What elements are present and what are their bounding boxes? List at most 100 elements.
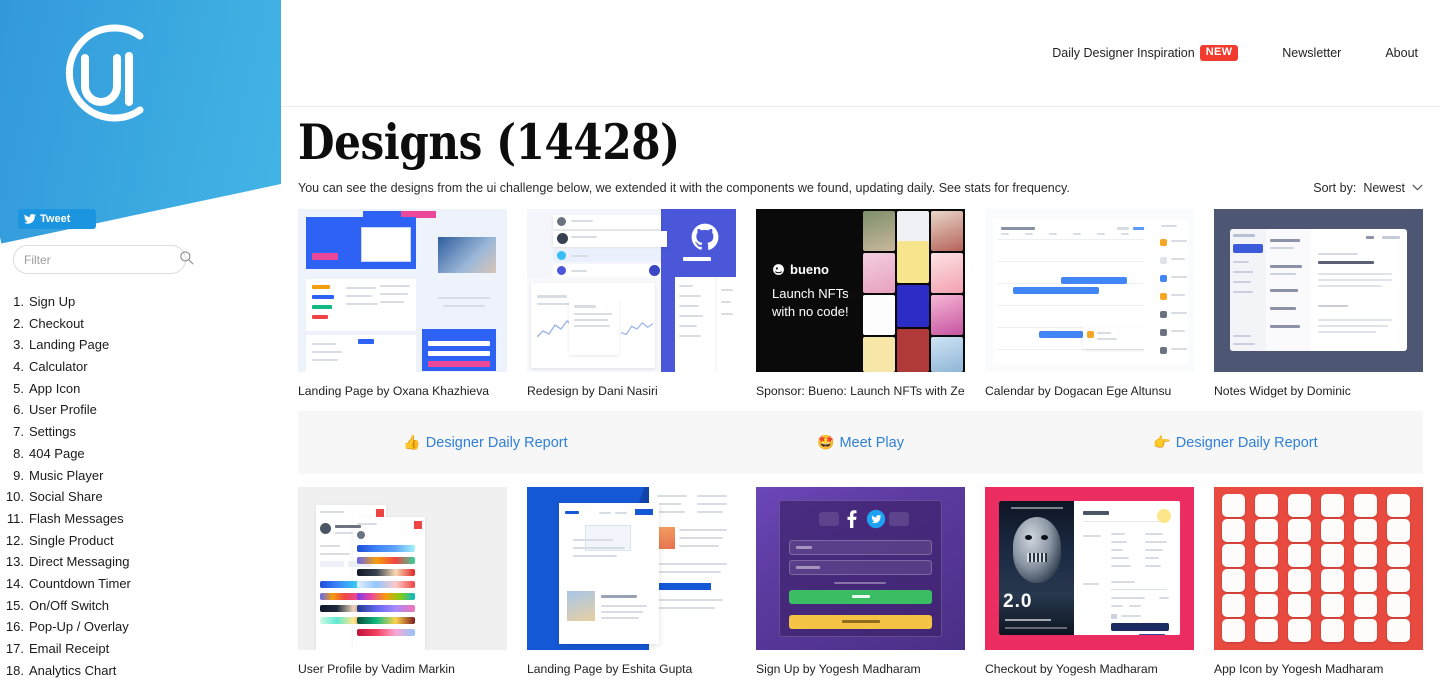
sort-label: Sort by: (1313, 181, 1357, 195)
design-card[interactable]: Notes Widget by Dominic (1214, 209, 1423, 398)
app-icon-tile (1222, 569, 1245, 592)
pointing-right-icon: 👉 (1153, 434, 1171, 450)
sidebar-item-sign-up[interactable]: 1. Sign Up (0, 291, 281, 313)
app-icon-tile (1387, 494, 1410, 517)
design-caption: Sign Up by Yogesh Madharam (756, 662, 921, 676)
promo-link[interactable]: 👉 Designer Daily Report (1048, 434, 1423, 451)
app-icon-tile (1288, 594, 1311, 617)
app-icon-tile (1387, 594, 1410, 617)
app-icon-tile (1387, 519, 1410, 542)
sidebar-item-label: App Icon (29, 380, 81, 396)
nav-newsletter[interactable]: Newsletter (1282, 46, 1341, 60)
design-caption: Notes Widget by Dominic (1214, 384, 1351, 398)
app-icon-tile (1354, 544, 1377, 567)
sidebar-item-email-receipt[interactable]: 17. Email Receipt (0, 638, 281, 660)
filter-input[interactable] (24, 252, 179, 267)
new-badge: NEW (1199, 45, 1239, 61)
sidebar-item-label: Pop-Up / Overlay (29, 619, 129, 635)
app-icon-tile (1222, 494, 1245, 517)
design-card[interactable]: Sign Up by Yogesh Madharam (756, 487, 965, 676)
nav-daily-label: Daily Designer Inspiration (1052, 46, 1195, 60)
ui-logo-icon[interactable] (45, 18, 155, 128)
sidebar-item-pop-up-overlay[interactable]: 16. Pop-Up / Overlay (0, 616, 281, 638)
nav-daily-designer-inspiration[interactable]: Daily Designer Inspiration NEW (1052, 45, 1239, 61)
sidebar-item-on-off-switch[interactable]: 15. On/Off Switch (0, 595, 281, 617)
sidebar-item-number: 16. (5, 619, 24, 635)
app-icon-tile (1321, 569, 1344, 592)
promo-link[interactable]: 👍 Designer Daily Report (298, 434, 673, 451)
design-caption: Redesign by Dani Nasiri (527, 384, 658, 398)
thumb-user-profile-art (298, 487, 507, 650)
thumb-app-icon-grid-art (1214, 487, 1423, 650)
page-subtitle: You can see the designs from the ui chal… (298, 181, 1070, 195)
sidebar-item-flash-messages[interactable]: 11. Flash Messages (0, 508, 281, 530)
app-icon-tile (1255, 519, 1278, 542)
promo-label: Meet Play (839, 435, 904, 451)
app-icon-tile (1255, 619, 1278, 642)
sidebar-item-music-player[interactable]: 9. Music Player (0, 465, 281, 487)
app-icon-tile (1288, 569, 1311, 592)
sidebar-item-number: 11. (6, 510, 24, 526)
nav-about[interactable]: About (1385, 46, 1418, 60)
design-card[interactable]: Calendar by Dogacan Ege Altunsu (985, 209, 1194, 398)
design-thumbnail[interactable] (756, 487, 965, 650)
sidebar-item-analytics-chart[interactable]: 18. Analytics Chart (0, 660, 281, 682)
sidebar-item-checkout[interactable]: 2. Checkout (0, 313, 281, 335)
design-card[interactable]: Landing Page by Eshita Gupta (527, 487, 736, 676)
design-thumbnail[interactable] (527, 209, 736, 372)
sidebar-item-single-product[interactable]: 12. Single Product (0, 530, 281, 552)
sidebar-item-number: 18. (5, 662, 24, 678)
design-caption: Checkout by Yogesh Madharam (985, 662, 1158, 676)
sort-dropdown[interactable]: Sort by: Newest (1313, 181, 1423, 195)
promo-link[interactable]: 🤩 Meet Play (673, 434, 1048, 451)
app-icon-tile (1354, 619, 1377, 642)
sidebar-item-number: 10. (5, 489, 24, 505)
sidebar-item-social-share[interactable]: 10. Social Share (0, 486, 281, 508)
sidebar-item-calculator[interactable]: 4. Calculator (0, 356, 281, 378)
bueno-line-2: with no code! (772, 303, 849, 319)
sidebar-item-number: 12. (5, 532, 24, 548)
design-thumbnail[interactable] (1214, 487, 1423, 650)
sidebar-item-direct-messaging[interactable]: 13. Direct Messaging (0, 551, 281, 573)
page-title: Designs (14428) (298, 113, 680, 171)
app-icon-tile (1288, 544, 1311, 567)
bueno-line-1: Launch NFTs (772, 286, 849, 301)
design-card[interactable]: User Profile by Vadim Markin (298, 487, 507, 676)
design-thumbnail[interactable] (985, 209, 1194, 372)
search-icon[interactable] (179, 250, 194, 270)
tweet-button[interactable]: Tweet (18, 209, 96, 229)
stats-link[interactable]: stats (964, 181, 990, 195)
design-caption: Landing Page by Oxana Khazhieva (298, 384, 490, 398)
filter-box[interactable] (13, 245, 194, 274)
design-thumbnail[interactable]: 2.0 (985, 487, 1194, 650)
sidebar-item-number: 5. (13, 380, 24, 396)
sidebar-item-landing-page[interactable]: 3. Landing Page (0, 334, 281, 356)
design-thumbnail[interactable] (298, 487, 507, 650)
thumb-checkout-art: 2.0 (985, 487, 1194, 650)
designs-grid-row-2: User Profile by Vadim Markin Landing Pag… (298, 487, 1423, 676)
design-thumbnail[interactable] (298, 209, 507, 372)
design-card[interactable]: Landing Page by Oxana Khazhieva (298, 209, 507, 398)
sidebar-item-countdown-timer[interactable]: 14. Countdown Timer (0, 573, 281, 595)
app-icon-tile (1288, 494, 1311, 517)
design-card[interactable]: Redesign by Dani Nasiri (527, 209, 736, 398)
app-icon-tile (1222, 594, 1245, 617)
design-card[interactable]: bueno Launch NFTs with no code! Sponsor:… (756, 209, 965, 398)
design-thumbnail[interactable] (527, 487, 736, 650)
design-thumbnail[interactable] (1214, 209, 1423, 372)
design-thumbnail[interactable]: bueno Launch NFTs with no code! (756, 209, 965, 372)
sidebar-item-app-icon[interactable]: 5. App Icon (0, 378, 281, 400)
sidebar-item-number: 13. (5, 554, 24, 570)
design-card[interactable]: App Icon by Yogesh Madharam (1214, 487, 1423, 676)
app-icon-tile (1255, 544, 1278, 567)
sidebar-item-404-page[interactable]: 8. 404 Page (0, 443, 281, 465)
app-icon-tile (1255, 494, 1278, 517)
app-icon-tile (1321, 619, 1344, 642)
sort-value: Newest (1363, 181, 1405, 195)
sidebar-item-user-profile[interactable]: 6. User Profile (0, 399, 281, 421)
sidebar-item-label: Calculator (29, 359, 88, 375)
bueno-logo-icon (773, 264, 784, 276)
sidebar-item-settings[interactable]: 7. Settings (0, 421, 281, 443)
design-card[interactable]: 2.0 Checkout by Yogesh Madharam (985, 487, 1194, 676)
sidebar-item-number: 14. (5, 575, 24, 591)
